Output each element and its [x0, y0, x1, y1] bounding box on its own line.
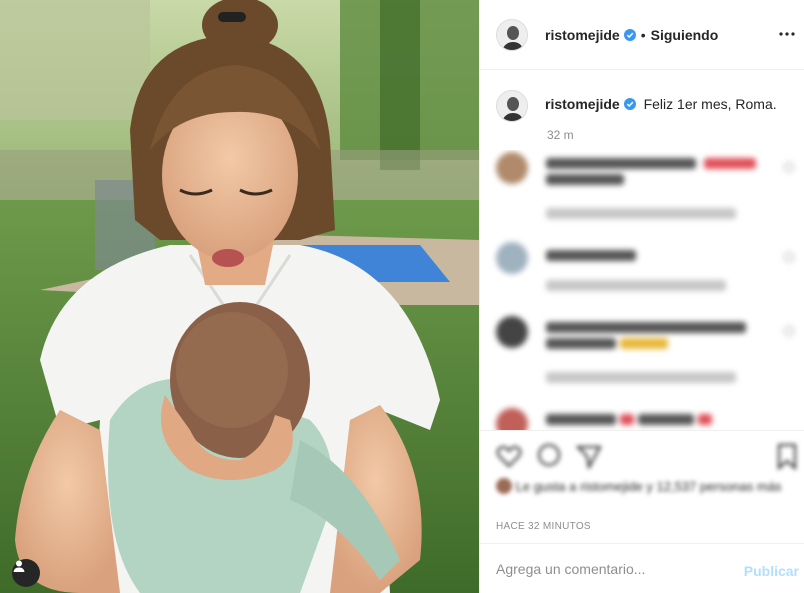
- comment-input[interactable]: [496, 560, 736, 577]
- comment-text-blur: [546, 338, 616, 349]
- comment-emoji-blur: [620, 414, 634, 425]
- more-options-button[interactable]: [777, 24, 797, 44]
- liker-avatar: [496, 478, 512, 494]
- comment-row: [496, 408, 796, 430]
- verified-badge-icon: [623, 28, 636, 41]
- post-caption: ristomejide Feliz 1er mes, Roma. 32 m: [496, 90, 796, 142]
- post-timestamp[interactable]: HACE 32 MINUTOS: [496, 521, 591, 532]
- share-icon[interactable]: [574, 441, 604, 471]
- caption-username[interactable]: ristomejide: [545, 96, 620, 112]
- comment-avatar: [496, 152, 528, 184]
- comment-avatar: [496, 316, 528, 348]
- comment-text-blur: [638, 414, 694, 425]
- comment-row: [496, 316, 796, 386]
- likes-summary[interactable]: Le gusta a ristomejide y 12,537 personas…: [496, 478, 786, 500]
- tagged-users-button[interactable]: [12, 559, 40, 587]
- comment-text-blur: [546, 174, 624, 185]
- photo-scene: [0, 0, 479, 593]
- caption-text-block: ristomejide Feliz 1er mes, Roma.: [545, 90, 777, 122]
- following-button[interactable]: Siguiendo: [651, 27, 719, 43]
- author-avatar[interactable]: [496, 18, 528, 51]
- header-separator: •: [640, 26, 646, 43]
- add-comment-bar: Publicar: [480, 543, 804, 593]
- comment-emoji-blur: [698, 414, 712, 425]
- comment-like-icon[interactable]: [784, 162, 794, 172]
- comment-text-blur: [546, 322, 746, 333]
- comment-meta-blur: [546, 372, 736, 383]
- comment-text-blur: [546, 414, 616, 425]
- comment-row: [496, 242, 796, 292]
- avatar-image: [497, 19, 527, 50]
- comment-emoji-blur: [620, 338, 668, 349]
- comment-bubble-icon[interactable]: [534, 441, 564, 471]
- save-bookmark-icon[interactable]: [772, 441, 802, 471]
- post-actions: [480, 430, 804, 480]
- person-icon: [13, 560, 25, 572]
- comments-list[interactable]: [480, 150, 804, 430]
- post-photo[interactable]: [0, 0, 479, 593]
- comment-meta-blur: [546, 208, 736, 219]
- author-username[interactable]: ristomejide: [545, 27, 620, 43]
- more-dots-icon: [779, 32, 795, 36]
- comment-like-icon[interactable]: [784, 252, 794, 262]
- comment-text-blur: [546, 250, 636, 261]
- comment-row: [496, 152, 796, 222]
- likes-text: Le gusta a ristomejide y 12,537 personas…: [515, 479, 782, 494]
- caption-body: Feliz 1er mes, Roma.: [643, 96, 777, 112]
- caption-author-avatar[interactable]: [496, 90, 528, 122]
- post-header: ristomejide • Siguiendo: [480, 0, 804, 70]
- verified-badge-icon: [623, 98, 636, 110]
- publish-button[interactable]: Publicar: [744, 563, 799, 579]
- comment-text-blur: [546, 158, 696, 169]
- avatar-image: [497, 91, 527, 121]
- caption-age[interactable]: 32 m: [547, 128, 574, 142]
- like-heart-icon[interactable]: [494, 441, 524, 471]
- comment-meta-blur: [546, 280, 726, 291]
- comment-like-icon[interactable]: [784, 326, 794, 336]
- comment-avatar: [496, 242, 528, 274]
- post-side-panel: ristomejide • Siguiendo ristomejide Feli…: [479, 0, 804, 593]
- comment-avatar: [496, 408, 528, 430]
- comment-emoji-blur: [704, 158, 756, 169]
